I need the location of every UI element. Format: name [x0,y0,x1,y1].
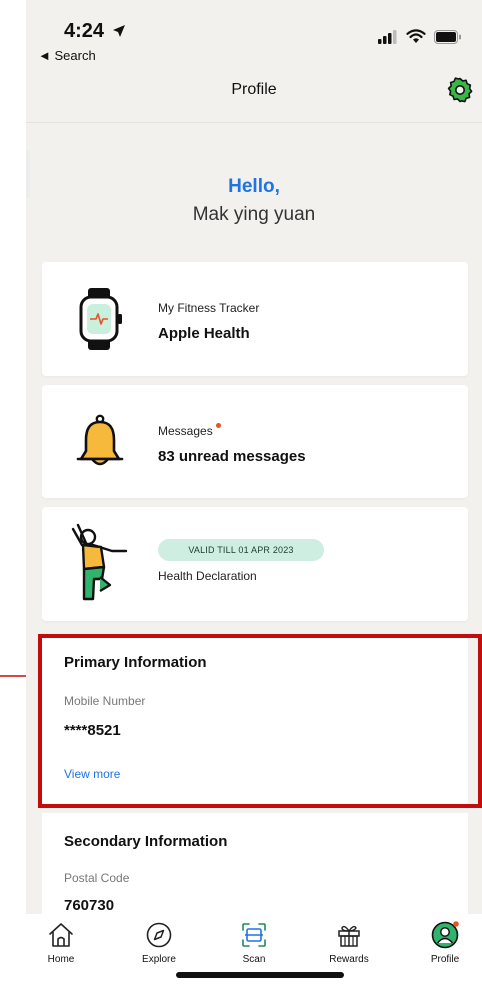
secondary-information-section: Secondary Information Postal Code 760730 [42,813,468,923]
location-arrow-icon [112,25,125,37]
messages-card[interactable]: Messages 83 unread messages [42,385,468,498]
back-to-search-link[interactable]: ◄ Search [38,48,96,63]
validity-badge: VALID TILL 01 APR 2023 [158,539,324,561]
battery-icon [434,30,461,44]
tab-scan[interactable]: Scan [219,920,289,965]
messages-label: Messages [158,423,221,438]
user-name: Mak ying yuan [192,204,316,225]
unread-messages-count: 83 unread messages [158,448,306,465]
smartwatch-icon [79,288,122,350]
messages-label-text: Messages [158,424,213,438]
greeting-hello: Hello, [228,176,280,197]
tab-profile[interactable]: Profile [410,920,480,965]
home-indicator[interactable] [176,972,344,978]
status-time: 4:24 [64,20,126,43]
tab-profile-label: Profile [430,954,460,965]
status-bar: 4:24 ◄ Search [26,0,482,63]
health-declaration-label: Health Declaration [158,569,257,583]
tab-rewards-label: Rewards [329,954,369,965]
tab-home[interactable]: Home [26,920,96,965]
bottom-tab-bar: Home Explore Scan Rewards Profile [26,914,482,1003]
fitness-tracker-card[interactable]: My Fitness Tracker Apple Health [42,262,468,376]
tab-explore-label: Explore [142,954,176,965]
tab-scan-label: Scan [242,954,266,965]
profile-icon [431,921,459,949]
home-icon [49,923,73,947]
secondary-information-title: Secondary Information [64,833,228,850]
postal-code-label: Postal Code [64,871,130,885]
tab-home-label: Home [47,954,75,965]
fitness-tracker-label: My Fitness Tracker [158,301,260,315]
cellular-signal-icon [378,30,397,44]
tab-rewards[interactable]: Rewards [314,920,384,965]
stretching-person-icon [71,523,128,601]
wifi-icon [406,29,426,43]
bell-icon [76,414,124,466]
tab-explore[interactable]: Explore [124,920,194,965]
header-divider [26,122,482,123]
page-title: Profile [231,81,277,98]
health-declaration-card[interactable]: VALID TILL 01 APR 2023 Health Declaratio… [42,507,468,621]
status-icons [378,28,462,44]
compass-icon [146,922,172,948]
postal-code-value: 760730 [64,897,115,914]
fitness-tracker-value: Apple Health [158,325,250,342]
settings-gear-icon[interactable] [446,76,474,104]
unread-dot [215,423,221,428]
scan-icon [242,923,266,947]
annotation-highlight-box [38,634,482,808]
gift-icon [338,925,360,947]
profile-screen: 4:24 ◄ Search Profile Hello, Mak ying yu… [26,0,482,1003]
